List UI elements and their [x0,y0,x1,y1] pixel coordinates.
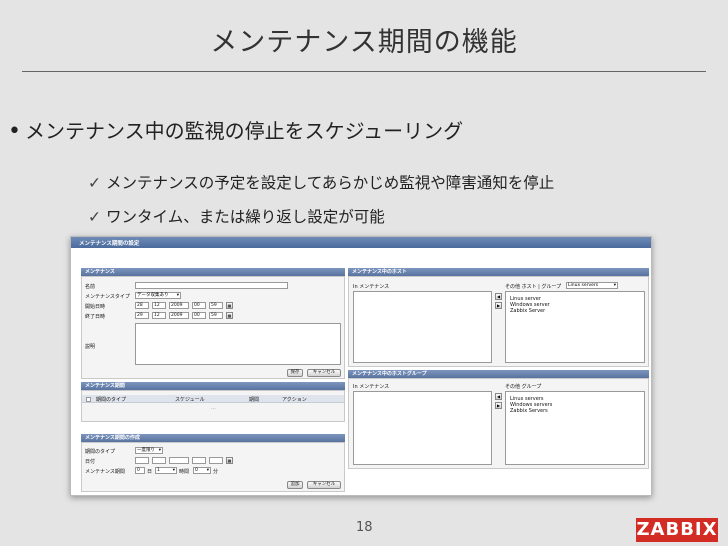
arrow-left-icon[interactable]: ◀ [495,393,502,400]
period-length-label: メンテナンス期間 [85,469,125,475]
period-create-header: メンテナンス期間の作成 [81,434,345,442]
groups-in-list[interactable] [353,391,492,465]
periods-empty: ... [211,405,216,411]
hosts-header: メンテナンス中のホスト [348,268,649,276]
end-day[interactable]: 29 [135,312,149,319]
zabbix-logo: ZABBIX [636,518,718,542]
description-textarea[interactable] [135,323,341,365]
hosts-in-label: In メンテナンス [353,284,390,290]
calendar-icon[interactable]: ▦ [226,457,233,464]
date-hour[interactable] [192,457,206,464]
cancel-button[interactable]: キャンセル [307,369,341,377]
groups-header: メンテナンス中のホストグループ [348,370,649,378]
main-bullet: • メンテナンス中の監視の停止をスケジューリング [8,115,463,144]
hours-unit: 時間 [179,469,190,475]
arrow-left-icon[interactable]: ◀ [495,293,502,300]
date-month[interactable] [152,457,166,464]
col-schedule: スケジュール [175,397,205,403]
title-divider [22,71,706,72]
sub-bullet-1: ✓ メンテナンスの予定を設定してあらかじめ監視や障害通知を停止 [88,171,554,193]
checkmark-icon: ✓ [88,208,101,226]
calendar-icon[interactable]: ▦ [226,312,233,319]
period-create-panel [81,442,345,492]
cancel-period-button[interactable]: キャンセル [307,481,341,489]
groups-other-label: その他 グループ [505,384,542,390]
end-label: 終了日時 [85,314,106,320]
start-year[interactable]: 2009 [169,302,189,309]
select-all-checkbox[interactable] [86,397,91,402]
start-month[interactable]: 12 [152,302,166,309]
hosts-other-list[interactable]: Linux server Windows server Zabbix Serve… [505,291,645,363]
maintenance-header: メンテナンス [81,268,345,276]
minutes-unit: 分 [213,469,219,475]
date-minute[interactable] [209,457,223,464]
date-label: 日付 [85,459,96,465]
sub-bullet-2: ✓ ワンタイム、または繰り返し設定が可能 [88,205,385,227]
end-month[interactable]: 12 [152,312,166,319]
window-title: メンテナンス期間の設定 [79,241,140,247]
col-period-type: 期間のタイプ [96,397,127,403]
period-type-select[interactable]: 一度限り [135,447,163,454]
start-minute[interactable]: 59 [209,302,223,309]
period-hours-select[interactable]: 1 [155,467,177,474]
list-item[interactable]: Zabbix Servers [510,408,644,414]
start-day[interactable]: 28 [135,302,149,309]
groups-in-label: In メンテナンス [353,384,390,390]
hosts-in-list[interactable] [353,291,492,363]
end-hour[interactable]: 00 [192,312,206,319]
start-label: 開始日時 [85,304,106,310]
list-item[interactable]: Zabbix Server [510,308,644,314]
arrow-right-icon[interactable]: ▶ [495,302,502,309]
host-group-select[interactable]: Linux servers [566,282,618,289]
type-label: メンテナンスタイプ [85,294,130,300]
maintenance-screenshot: メンテナンス期間の設定 メンテナンス 名前 メンテナンスタイプ データ収集あり … [70,236,652,496]
date-day[interactable] [135,457,149,464]
period-days-input[interactable]: 0 [135,467,145,474]
col-action: アクション [282,397,307,403]
save-button[interactable]: 保存 [287,369,303,377]
days-unit: 日 [147,469,153,475]
main-bullet-text: メンテナンス中の監視の停止をスケジューリング [24,119,464,143]
checkmark-icon: ✓ [88,174,101,192]
calendar-icon[interactable]: ▦ [226,302,233,309]
end-year[interactable]: 2009 [169,312,189,319]
end-minute[interactable]: 59 [209,312,223,319]
sub-bullet-text: メンテナンスの予定を設定してあらかじめ監視や障害通知を停止 [106,174,555,192]
type-select[interactable]: データ収集あり [135,292,181,299]
bullet-dot-icon: • [8,119,21,144]
add-button[interactable]: 追加 [287,481,303,489]
start-hour[interactable]: 00 [192,302,206,309]
slide-title: メンテナンス期間の機能 [210,27,518,58]
hosts-other-label: その他 ホスト | グループ [505,284,562,290]
name-label: 名前 [85,284,96,290]
col-period: 期間 [249,397,260,403]
name-input[interactable] [135,282,288,289]
window-titlebar: メンテナンス期間の設定 [71,237,651,248]
sub-bullet-text: ワンタイム、または繰り返し設定が可能 [106,208,385,226]
period-type-label: 期間のタイプ [85,449,116,455]
date-year[interactable] [169,457,189,464]
desc-label: 説明 [85,344,96,350]
page-number: 18 [356,520,373,535]
period-minutes-select[interactable]: 0 [193,467,211,474]
periods-header: メンテナンス期間 [81,382,345,390]
groups-other-list[interactable]: Linux servers Windows servers Zabbix Ser… [505,391,645,465]
arrow-right-icon[interactable]: ▶ [495,402,502,409]
